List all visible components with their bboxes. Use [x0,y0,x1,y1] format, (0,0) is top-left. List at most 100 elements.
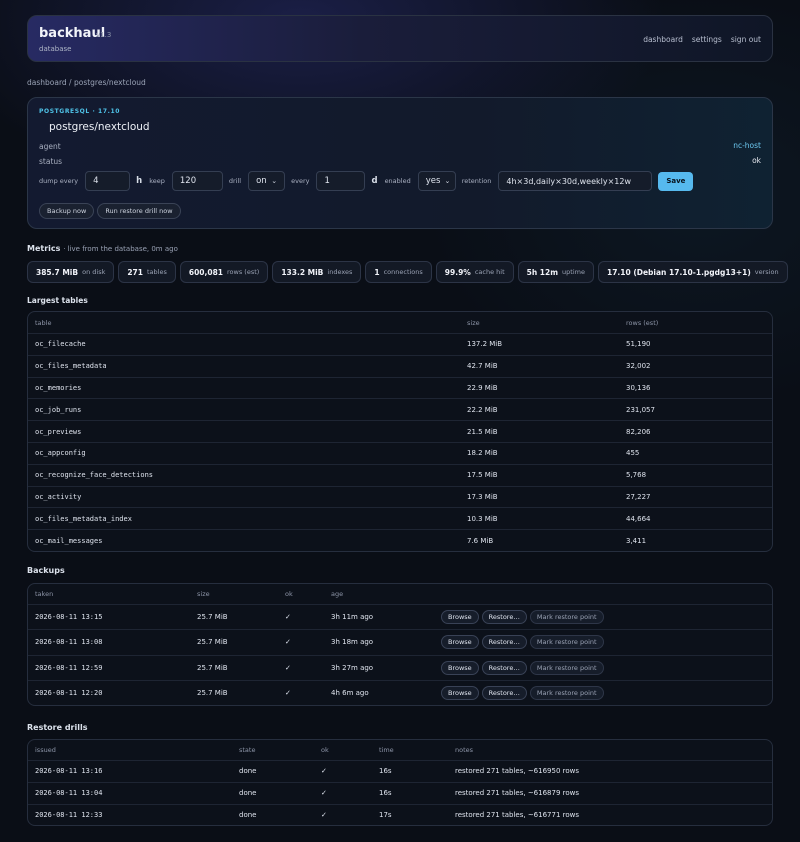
metric-connections: 1 connections [365,261,432,283]
table-cell: ✓ [321,789,327,798]
run-restore-drill-button[interactable]: Run restore drill now [97,203,181,219]
table-row: oc_recognize_face_detections 17.5 MiB 5,76… [28,463,772,486]
nav-settings[interactable]: settings [692,35,722,44]
keep-input[interactable]: 120 [171,171,223,191]
save-button[interactable]: Save [658,171,694,191]
metric-label: version [754,268,779,276]
column-header: ok [321,746,329,754]
table-cell: 82,206 [626,427,651,436]
table-cell: 51,190 [626,340,651,349]
browse-button[interactable]: Browse [441,635,479,650]
table-cell: 3,411 [626,536,647,545]
table-cell: 231,057 [626,405,655,414]
table-cell: ✓ [321,810,327,819]
enabled-label: enabled [384,177,411,185]
card-actions: Backup now Run restore drill now [39,203,181,219]
metric-value: 133.2 MiB [281,267,324,277]
metrics-subtitle: · live from the database, 0m ago [63,245,178,253]
table-cell: oc_memories [35,383,82,392]
mark-restore-point-button[interactable]: Mark restore point [529,610,604,625]
restore-drills-title: Restore drills [27,723,88,732]
mark-restore-point-button[interactable]: Mark restore point [529,686,604,701]
table-cell: oc_recognize_face_detections [35,471,154,480]
browse-button[interactable]: Browse [441,686,479,701]
table-cell: 25.7 MiB [197,638,228,647]
table-cell: 2026-08-11 12:20 [35,689,103,698]
metric-label: connections [383,268,423,276]
status-label: status [39,157,63,166]
dump-every-input[interactable]: 4 [85,171,131,191]
metric-label: tables [147,268,167,276]
restore-button[interactable]: Restore… [481,660,527,675]
agent-link[interactable]: nc-host [733,141,761,150]
metric-label: cache hit [474,268,505,276]
table-row: oc_mail_messages 7.6 MiB 3,411 [28,529,772,551]
enabled-select-value: yes [425,176,441,186]
status-value: ok [752,156,761,165]
table-cell: 17.3 MiB [467,492,498,501]
table-cell: 3h 27m ago [331,663,374,672]
table-cell: oc_mail_messages [35,536,103,545]
table-cell: 16s [379,767,392,776]
restore-button[interactable]: Restore… [481,610,527,625]
schedule-form: dump every 4 h keep 120 drill on ⌄ every… [39,171,694,191]
breadcrumb[interactable]: dashboard / postgres/nextcloud [27,78,146,87]
nav-sign-out[interactable]: sign out [731,35,761,44]
engine-label: POSTGRESQL · 17.10 [39,108,121,115]
app-header: backhaul v1.3 database dashboard setting… [27,15,773,62]
metric-value: 600,081 [188,267,224,277]
table-cell: oc_previews [35,427,82,436]
table-cell: restored 271 tables, ~616771 rows [455,810,580,819]
metric-label: indexes [327,268,353,276]
chevron-down-icon: ⌄ [271,177,278,185]
column-header: ok [285,590,293,598]
backup-now-button[interactable]: Backup now [39,203,95,219]
restore-button[interactable]: Restore… [481,686,527,701]
table-header-row: issued state ok time notes [28,740,772,760]
nav-dashboard[interactable]: dashboard [643,35,683,44]
browse-button[interactable]: Browse [441,610,479,625]
backup-actions: Browse Restore… Mark restore point [441,630,604,654]
drill-select-value: on [256,176,267,186]
dump-every-label: dump every [39,177,79,185]
table-cell: 21.5 MiB [467,427,498,436]
database-card: POSTGRESQL · 17.10 postgres/nextcloud ag… [27,97,773,229]
table-cell: 4h 6m ago [331,689,369,698]
column-header: time [379,746,394,754]
retention-input[interactable]: 4h×3d,daily×30d,weekly×12w [498,171,653,191]
metric-rows: 600,081 rows (est) [179,261,269,283]
metric-value: 271 [127,267,143,277]
table-row: oc_appconfig 18.2 MiB 455 [28,441,772,464]
database-name: postgres/nextcloud [49,121,150,133]
largest-tables-title: Largest tables [27,296,88,305]
table-cell: 10.3 MiB [467,514,498,523]
table-cell: oc_filecache [35,340,86,349]
chevron-down-icon: ⌄ [444,177,451,185]
metric-version: 17.10 (Debian 17.10-1.pgdg13+1) version [597,261,788,283]
metric-value: 1 [374,267,380,277]
table-cell: 16s [379,789,392,798]
mark-restore-point-button[interactable]: Mark restore point [529,635,604,650]
restore-drills-table: issued state ok time notes 2026-08-11 13:16 do… [27,739,773,827]
column-header: rows (est) [626,318,659,327]
mark-restore-point-button[interactable]: Mark restore point [529,660,604,675]
top-nav: dashboard settings sign out [643,35,761,44]
table-cell: 2026-08-11 12:33 [35,810,103,819]
metric-label: on disk [82,268,106,276]
enabled-select[interactable]: yes ⌄ [417,171,456,191]
column-header: size [467,318,480,327]
table-row: 2026-08-11 12:59 25.7 MiB ✓ 3h 27m ago Brows… [28,654,772,680]
app-version: v1.3 [96,31,112,39]
browse-button[interactable]: Browse [441,660,479,675]
table-cell: oc_appconfig [35,449,86,458]
drill-select[interactable]: on ⌄ [248,171,286,191]
restore-button[interactable]: Restore… [481,635,527,650]
table-cell: oc_files_metadata_index [35,514,132,523]
every-input[interactable]: 1 [316,171,366,191]
metric-value: 17.10 (Debian 17.10-1.pgdg13+1) [606,267,751,277]
backups-title: Backups [27,566,65,575]
table-cell: ✓ [285,613,291,622]
every-unit: d [371,176,378,186]
every-label: every [291,177,310,185]
metric-value: 99.9% [444,267,471,277]
